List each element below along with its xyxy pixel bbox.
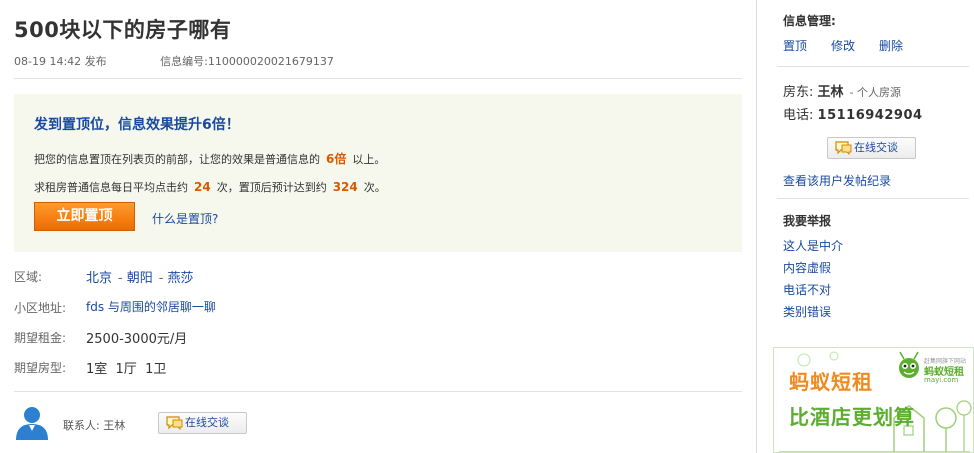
area-row: 区域: 北京 - 朝阳 - 燕莎 [14, 268, 193, 286]
phone-line: 电话: 15116942904 [783, 104, 923, 123]
sidebar: 信息管理: 置顶 修改 删除 房东: 王林 - 个人房源 电话: 15116942… [757, 0, 974, 453]
promo-headline: 发到置顶位，信息效果提升6倍！ [34, 117, 240, 133]
manage-pin-link[interactable]: 置顶 [783, 37, 807, 54]
sidebar-divider [777, 198, 969, 199]
manage-delete-link[interactable]: 删除 [879, 37, 903, 54]
promo-line-1-suffix: 以上。 [352, 153, 386, 166]
area-separator: - [158, 271, 164, 286]
area-separator: - [118, 271, 123, 286]
community-link-text[interactable]: fds 与周围的邻居聊一聊 [86, 300, 216, 314]
report-title: 我要举报 [783, 214, 832, 228]
promo-line-1: 把您的信息置顶在列表页的前部，让您的效果是普通信息的 6倍 以上。 [34, 150, 385, 167]
manage-edit-link[interactable]: 修改 [831, 37, 855, 54]
chat-bubble-icon [166, 416, 183, 430]
community-link[interactable]: fds 与周围的邻居聊一聊 [86, 298, 216, 315]
promo-multiplier: 6倍 [326, 152, 347, 166]
ad-slogan: 比酒店更划算 [789, 405, 915, 429]
divider [14, 391, 742, 392]
landlord-label: 房东: [783, 85, 814, 100]
area-sub-link[interactable]: 燕莎 [167, 271, 193, 286]
promo-clicks-top: 324 [332, 180, 358, 194]
post-time: 08-19 14:42 发布 [14, 55, 107, 68]
promo-clicks-now: 24 [194, 180, 211, 194]
chat-bubble-icon [835, 141, 852, 155]
info-id: 信息编号:110000020021679137 [160, 55, 334, 68]
promo-line-2-text: 求租房普通信息每日平均点击约 [34, 181, 188, 194]
phone-number: 15116942904 [817, 108, 923, 123]
area-district-link[interactable]: 朝阳 [127, 271, 153, 286]
rent-row: 期望租金: 2500-3000元/月 [14, 329, 187, 347]
manage-title: 信息管理: [783, 14, 836, 28]
room-type-value: 1室 1厅 1卫 [86, 362, 167, 377]
report-agent-link[interactable]: 这人是中介 [783, 237, 843, 254]
community-label: 小区地址: [14, 301, 67, 315]
promo-line-2-mid: 次，置顶后预计达到约 [216, 181, 327, 194]
ad-logo-url: mayi.com [924, 376, 959, 384]
room-type-row: 期望房型: 1室 1厅 1卫 [14, 359, 166, 377]
area-value: 北京 - 朝阳 - 燕莎 [86, 267, 193, 286]
contact-name: 联系人: 王林 [63, 419, 126, 432]
online-chat-label: 在线交谈 [185, 416, 229, 429]
promo-line-2: 求租房普通信息每日平均点击约 24 次，置顶后预计达到约 324 次。 [34, 179, 386, 195]
report-phone-link[interactable]: 电话不对 [783, 281, 831, 298]
user-history-link[interactable]: 查看该用户发帖纪录 [783, 172, 891, 189]
ad-brand: 蚂蚁短租 [789, 370, 873, 394]
promo-line-2-suffix: 次。 [363, 181, 386, 194]
phone-label: 电话: [783, 108, 814, 123]
sidebar-chat-label: 在线交谈 [854, 141, 898, 154]
report-category-link[interactable]: 类别错误 [783, 303, 831, 320]
ad-banner[interactable]: 赶集网旗下网站 蚂蚁短租 mayi.com 蚂蚁短租 比酒店更划算 [773, 347, 974, 453]
promo-panel: 发到置顶位，信息效果提升6倍！ 把您的信息置顶在列表页的前部，让您的效果是普通信… [14, 94, 742, 252]
room-type-label: 期望房型: [14, 361, 67, 375]
rent-value: 2500-3000元/月 [86, 332, 188, 347]
page-title: 500块以下的房子哪有 [14, 18, 232, 42]
landlord-name: 王林 [817, 85, 844, 100]
divider [14, 78, 742, 79]
area-label: 区域: [14, 270, 43, 284]
main-content: 500块以下的房子哪有 08-19 14:42 发布 信息编号:11000002… [0, 0, 756, 453]
rent-label: 期望租金: [14, 331, 67, 345]
what-is-pin-link[interactable]: 什么是置顶? [152, 210, 218, 227]
promo-line-1-text: 把您的信息置顶在列表页的前部，让您的效果是普通信息的 [34, 153, 320, 166]
area-city-link[interactable]: 北京 [86, 271, 112, 286]
pin-to-top-button[interactable]: 立即置顶 [34, 202, 135, 231]
landlord-line: 房东: 王林 - 个人房源 [783, 81, 901, 100]
community-row: 小区地址: fds 与周围的邻居聊一聊 [14, 299, 216, 316]
landlord-tag: - 个人房源 [849, 86, 902, 99]
sidebar-divider [777, 66, 969, 67]
online-chat-button[interactable]: 在线交谈 [158, 412, 247, 434]
report-fake-link[interactable]: 内容虚假 [783, 259, 831, 276]
contact-avatar-icon [16, 407, 48, 440]
post-meta: 08-19 14:42 发布 信息编号:110000020021679137 [14, 53, 334, 69]
sidebar-chat-button[interactable]: 在线交谈 [827, 137, 916, 159]
